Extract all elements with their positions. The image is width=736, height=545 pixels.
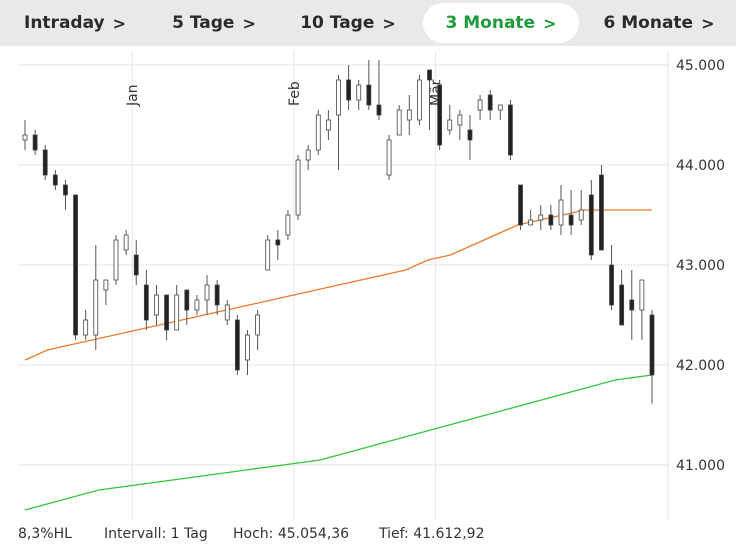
candle-body (417, 79, 422, 121)
candle-body (93, 279, 99, 336)
candle-body (548, 214, 554, 226)
candle-body (22, 134, 28, 141)
candle-body (123, 234, 129, 251)
candle-body (477, 99, 483, 111)
y-tick-label: 45.000 (676, 58, 725, 74)
y-tick-label: 41.000 (676, 458, 725, 474)
candle-body (487, 94, 493, 111)
candle-body (578, 209, 584, 221)
candle-body (83, 319, 89, 336)
candle-body (234, 319, 240, 371)
candle-body (336, 79, 341, 116)
candle-body (639, 279, 645, 311)
candle-body (386, 139, 392, 176)
candle-body (376, 104, 382, 116)
month-label: Feb (287, 81, 303, 106)
candle-body (588, 194, 594, 256)
candle-body (52, 174, 58, 186)
chevron-right-icon: > (242, 13, 256, 33)
candle-body (204, 284, 210, 301)
tab-intraday[interactable]: Intraday > (0, 0, 146, 46)
candle-body (437, 84, 443, 146)
candle-body (427, 69, 432, 81)
price-chart: 45.000 44.000 43.000 42.000 41.000 Jan Feb Mär (18, 50, 725, 520)
month-label: Jan (125, 84, 141, 107)
candle-body (356, 84, 362, 101)
candle-body (538, 214, 544, 221)
candle-body (245, 334, 250, 361)
moving-average-green (24, 374, 653, 511)
low-label: Tief: 41.612,92 (379, 526, 485, 542)
candle-body (73, 194, 78, 336)
candle-body (619, 284, 625, 326)
candle-body (457, 114, 463, 126)
chevron-right-icon: > (701, 13, 715, 33)
y-tick-label: 43.000 (676, 258, 725, 274)
candle-body (568, 214, 574, 226)
candle-body (174, 294, 180, 331)
candle-body (113, 239, 119, 281)
candle-body (497, 104, 503, 111)
interval-label: Intervall: 1 Tag (104, 526, 208, 542)
candle-body (315, 114, 321, 151)
candle-body (528, 219, 534, 226)
candle-body (346, 79, 352, 101)
candle-body (447, 119, 453, 131)
tab-label: 6 Monate (603, 13, 694, 33)
tab-label: 10 Tage (300, 13, 375, 33)
y-tick-label: 42.000 (676, 358, 725, 374)
chart-footer: 8,3%HL Intervall: 1 Tag Hoch: 45.054,36 … (0, 522, 736, 545)
candle-body (396, 109, 402, 136)
candle-body (518, 184, 523, 226)
candle-body (305, 149, 311, 161)
candle-body (133, 254, 139, 276)
candle-body (285, 214, 291, 236)
candle-body (265, 239, 271, 271)
candle-body (366, 84, 372, 106)
tab-label: Intraday (24, 13, 105, 33)
tab-10-tage[interactable]: 10 Tage > (278, 0, 418, 46)
tab-label: 5 Tage (172, 13, 235, 33)
candle-body (42, 149, 48, 176)
candle-body (599, 174, 604, 251)
candle-body (164, 294, 169, 331)
candle-body (629, 299, 635, 311)
candle-body (143, 284, 149, 321)
candle-body (224, 304, 230, 321)
candle-body (154, 294, 159, 316)
candle-body (32, 134, 38, 151)
candle-body (558, 199, 564, 226)
tab-6-monate[interactable]: 6 Monate > (582, 0, 736, 46)
candle-body (103, 279, 109, 291)
candle-body (63, 184, 68, 196)
candle-body (467, 129, 473, 141)
candle-body (214, 284, 220, 306)
candle-body (295, 159, 301, 216)
chevron-right-icon: > (382, 13, 396, 33)
chevron-right-icon: > (112, 13, 127, 33)
candle-body (275, 239, 281, 246)
high-label: Hoch: 45.054,36 (233, 526, 350, 542)
candle-body (406, 109, 412, 121)
tab-5-tage[interactable]: 5 Tage > (150, 0, 278, 46)
candle-body (649, 314, 655, 376)
candle-body (609, 264, 614, 306)
chevron-right-icon: > (543, 13, 557, 33)
candle-body (194, 299, 200, 311)
scale-label: 8,3%HL (18, 526, 72, 542)
candle-body (255, 314, 260, 336)
candle-body (184, 289, 190, 311)
candle-body (325, 119, 331, 131)
y-tick-label: 44.000 (676, 158, 725, 174)
moving-average-orange (24, 209, 652, 361)
tab-label: 3 Monate (445, 13, 536, 33)
candle-body (508, 104, 513, 156)
tab-3-monate[interactable]: 3 Monate > (423, 3, 579, 43)
timeframe-tabbar: Intraday > 5 Tage > 10 Tage > 3 Monate >… (0, 0, 736, 46)
month-label: Mär (429, 79, 445, 106)
